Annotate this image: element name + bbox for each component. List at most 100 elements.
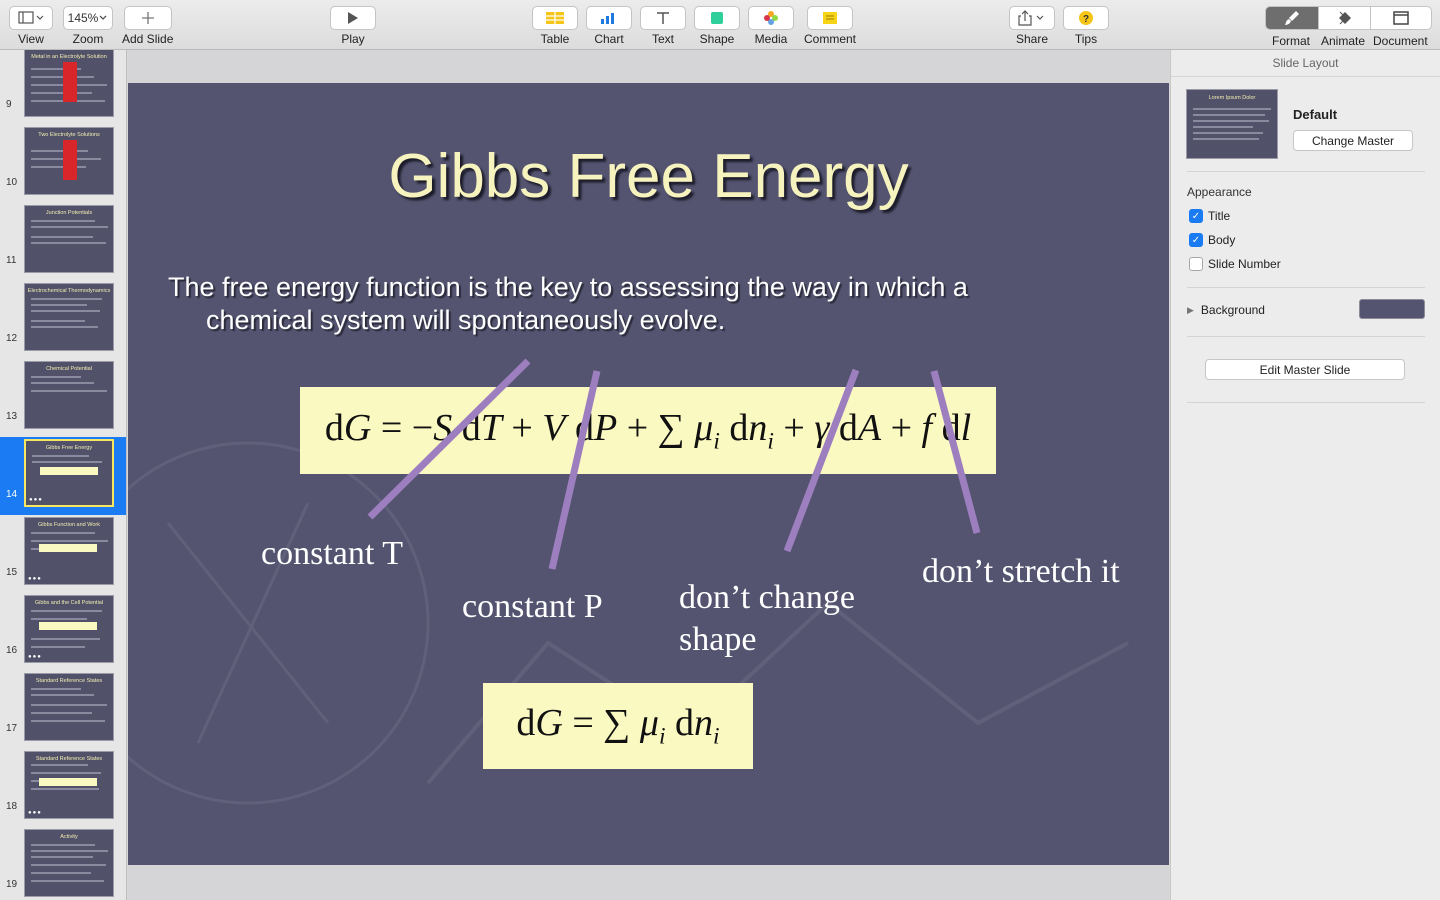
thumbnail-text-line xyxy=(31,880,104,882)
document-icon xyxy=(1393,11,1409,25)
slide-navigator[interactable]: 9 Metal in an Electrolyte Solution 10 Two E… xyxy=(0,50,127,900)
background-row[interactable]: ▶ Background xyxy=(1187,299,1425,319)
slide-number: 16 xyxy=(6,645,18,656)
slide[interactable]: Gibbs Free Energy The free energy functi… xyxy=(128,83,1169,865)
inspector-segmented-control xyxy=(1265,6,1432,30)
view-control[interactable]: View xyxy=(9,6,53,46)
slide-thumbnail[interactable]: Gibbs and the Cell Potential ●●● xyxy=(24,595,114,663)
edit-master-slide-button[interactable]: Edit Master Slide xyxy=(1205,359,1405,380)
slide-thumbnail[interactable]: Gibbs Free Energy ●●● xyxy=(24,439,114,507)
media-control[interactable]: Media xyxy=(748,6,794,46)
comment-button[interactable] xyxy=(807,6,853,30)
thumbnail-text-line xyxy=(31,646,85,648)
tips-button[interactable]: ? xyxy=(1063,6,1109,30)
slide-thumbnail-row[interactable]: 19 Activity xyxy=(0,827,126,900)
comment-icon xyxy=(823,12,837,24)
slide-thumbnail-row[interactable]: 17 Standard Reference States xyxy=(0,671,126,749)
diamond-icon xyxy=(1338,11,1351,25)
callout-dont-change-shape[interactable]: don’t change shape xyxy=(679,577,899,661)
table-control[interactable]: Table xyxy=(532,6,578,46)
thumbnail-equation-box xyxy=(39,778,97,786)
view-button[interactable] xyxy=(9,6,53,30)
build-indicator: ●●● xyxy=(29,497,43,503)
thumbnail-text-line xyxy=(31,618,87,620)
slide-thumbnail-row[interactable]: 14 Gibbs Free Energy ●●● xyxy=(0,437,126,515)
slide-thumbnail-title: Electrochemical Thermodynamics xyxy=(27,288,111,294)
zoom-control[interactable]: 145% Zoom xyxy=(63,6,113,46)
media-button[interactable] xyxy=(748,6,794,30)
slide-thumbnail-row[interactable]: 9 Metal in an Electrolyte Solution xyxy=(0,50,126,125)
slide-number-checkbox-row[interactable]: Slide Number xyxy=(1189,257,1281,271)
media-label: Media xyxy=(754,32,788,46)
add-slide-button[interactable] xyxy=(123,6,172,30)
title-checkbox[interactable]: ✓ xyxy=(1189,209,1203,223)
slide-thumbnail-row[interactable]: 11 Junction Potentials xyxy=(0,203,126,281)
table-icon xyxy=(546,12,564,24)
shape-button[interactable] xyxy=(694,6,740,30)
animate-tab[interactable] xyxy=(1318,7,1370,29)
text-button[interactable] xyxy=(640,6,686,30)
zoom-select[interactable]: 145% xyxy=(63,6,113,30)
slide-number: 12 xyxy=(6,333,18,344)
tips-control[interactable]: ? Tips xyxy=(1063,6,1109,46)
change-master-button[interactable]: Change Master xyxy=(1293,130,1413,151)
slide-thumbnail-row[interactable]: 12 Electrochemical Thermodynamics xyxy=(0,281,126,359)
thumbnail-text-line xyxy=(31,540,108,542)
slide-thumbnail[interactable]: Standard Reference States ●●● xyxy=(24,751,114,819)
format-tab[interactable] xyxy=(1266,7,1318,29)
thumbnail-text-line xyxy=(31,638,100,640)
callout-dont-stretch[interactable]: don’t stretch it xyxy=(922,551,1120,593)
format-inspector: Slide Layout Lorem Ipsum Dolor Default C… xyxy=(1170,50,1440,900)
thumbnail-text-line xyxy=(31,844,95,846)
comment-control[interactable]: Comment xyxy=(804,6,856,46)
add-slide-control[interactable]: Add Slide xyxy=(122,6,173,46)
slide-thumbnail-row[interactable]: 13 Chemical Potential xyxy=(0,359,126,437)
layout-thumbnail[interactable]: Lorem Ipsum Dolor xyxy=(1186,89,1278,159)
comment-label: Comment xyxy=(804,32,857,46)
thumbnail-text-line xyxy=(31,856,93,858)
share-control[interactable]: Share xyxy=(1009,6,1055,46)
disclosure-triangle-icon[interactable]: ▶ xyxy=(1187,305,1194,316)
slide-number: 18 xyxy=(6,801,18,812)
divider xyxy=(1187,402,1425,403)
table-button[interactable] xyxy=(532,6,578,30)
shape-label: Shape xyxy=(699,32,735,46)
slide-thumbnail[interactable]: Activity xyxy=(24,829,114,897)
body-checkbox-row[interactable]: ✓ Body xyxy=(1189,233,1235,247)
sidebar-icon xyxy=(18,11,44,24)
table-label: Table xyxy=(540,32,570,46)
slide-thumbnail[interactable]: Junction Potentials xyxy=(24,205,114,273)
thumbnail-text-line xyxy=(31,166,86,168)
slide-thumbnail-title: Metal in an Electrolyte Solution xyxy=(31,54,107,60)
slide-number-checkbox[interactable] xyxy=(1189,257,1203,271)
thumbnail-text-line xyxy=(31,236,93,238)
animate-label: Animate xyxy=(1321,34,1366,48)
slide-thumbnail[interactable]: Standard Reference States xyxy=(24,673,114,741)
body-checkbox[interactable]: ✓ xyxy=(1189,233,1203,247)
chart-button[interactable] xyxy=(586,6,632,30)
background-color-well[interactable] xyxy=(1359,299,1425,319)
chart-control[interactable]: Chart xyxy=(586,6,632,46)
shape-control[interactable]: Shape xyxy=(694,6,740,46)
thumbnail-text-line xyxy=(31,382,94,384)
play-button[interactable] xyxy=(330,6,376,30)
thumbnail-text-line xyxy=(31,694,94,696)
title-checkbox-row[interactable]: ✓ Title xyxy=(1189,209,1230,223)
slide-thumbnail-row[interactable]: 16 Gibbs and the Cell Potential ●●● xyxy=(0,593,126,671)
slide-thumbnail[interactable]: Two Electrolyte Solutions xyxy=(24,127,114,195)
slide-thumbnail[interactable]: Chemical Potential xyxy=(24,361,114,429)
play-control[interactable]: Play xyxy=(330,6,376,46)
slide-thumbnail[interactable]: Electrochemical Thermodynamics xyxy=(24,283,114,351)
slide-thumbnail[interactable]: Metal in an Electrolyte Solution xyxy=(24,50,114,117)
slide-thumbnail-row[interactable]: 18 Standard Reference States ●●● xyxy=(0,749,126,827)
callout-constant-p[interactable]: constant P xyxy=(462,586,603,628)
thumbnail-graphic xyxy=(63,140,77,180)
document-tab[interactable] xyxy=(1370,7,1431,29)
text-label: Text xyxy=(651,32,674,46)
slide-thumbnail[interactable]: Gibbs Function and Work ●●● xyxy=(24,517,114,585)
slide-thumbnail-row[interactable]: 15 Gibbs Function and Work ●●● xyxy=(0,515,126,593)
share-button[interactable] xyxy=(1009,6,1055,30)
text-control[interactable]: Text xyxy=(640,6,686,46)
callout-constant-t[interactable]: constant T xyxy=(261,533,403,575)
slide-thumbnail-row[interactable]: 10 Two Electrolyte Solutions xyxy=(0,125,126,203)
